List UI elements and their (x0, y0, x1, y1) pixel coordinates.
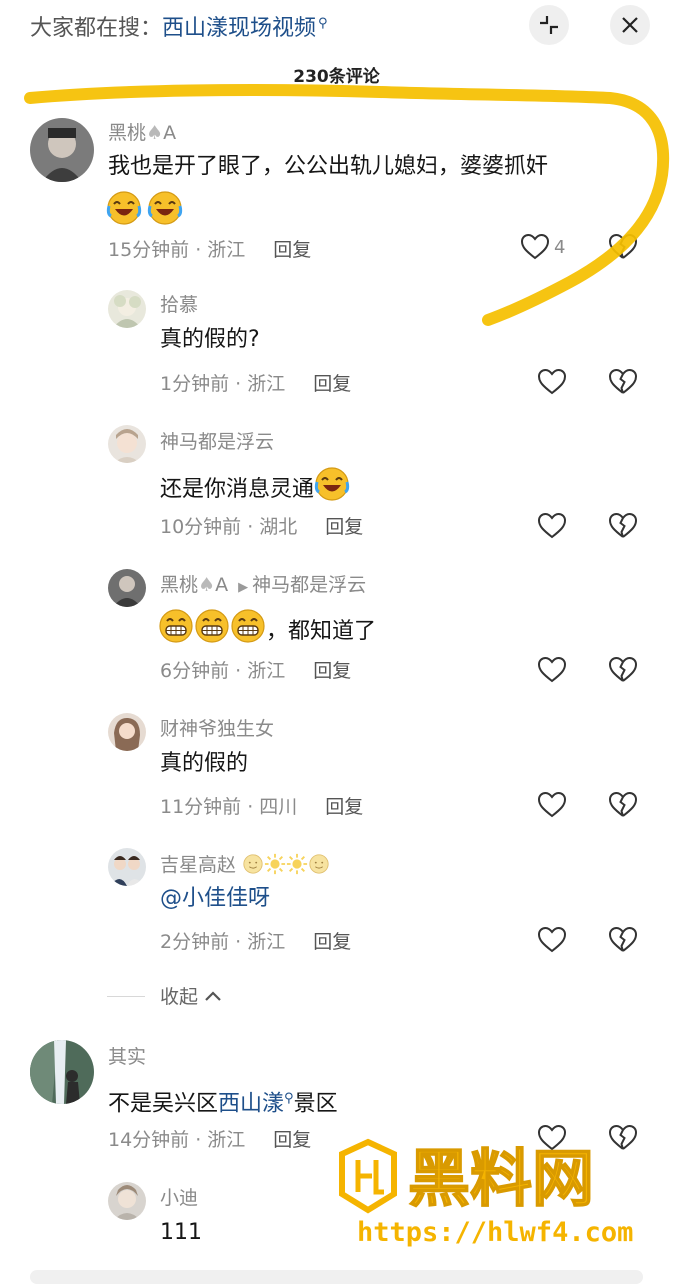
username[interactable]: 吉星高赵 (160, 850, 330, 877)
laugh-cry-emoji-icon (314, 466, 350, 502)
avatar[interactable] (108, 848, 146, 886)
mention-link[interactable]: @小佳佳呀 (160, 883, 270, 915)
grin-emoji-icon (158, 608, 194, 644)
collapse-replies-button[interactable]: 收起 (160, 982, 222, 1009)
divider (107, 996, 145, 997)
avatar[interactable] (108, 713, 146, 751)
heart-icon[interactable] (537, 655, 567, 685)
reply-button[interactable]: 回复 (313, 931, 351, 953)
username[interactable]: 财神爷独生女 (160, 714, 274, 741)
watermark: 黑料网 (338, 1136, 658, 1220)
comment-text: 还是你消息灵通 (160, 466, 350, 506)
comment-meta: 10分钟前 · 湖北 回复 (160, 512, 363, 539)
avatar[interactable] (108, 425, 146, 463)
heart-icon[interactable] (537, 511, 567, 541)
timestamp-location: 10分钟前 · 湖北 (160, 516, 298, 538)
username-suffix: A (215, 574, 229, 596)
timestamp-location: 2分钟前 · 浙江 (160, 931, 286, 953)
reply-button[interactable]: 回复 (313, 373, 351, 395)
reply-arrow-icon: ▶ (238, 580, 249, 595)
timestamp-location: 6分钟前 · 浙江 (160, 660, 286, 682)
watermark-brand: 黑料网 (408, 1142, 594, 1215)
comment-input-bar[interactable] (30, 1270, 643, 1284)
comment-text-content: ，都知道了 (266, 619, 377, 644)
chevron-up-icon (205, 991, 221, 1001)
timestamp-location: 11分钟前 · 四川 (160, 796, 298, 818)
broken-heart-icon[interactable] (608, 367, 638, 397)
heart-icon[interactable] (537, 925, 567, 955)
username-text: 黑桃 (160, 574, 199, 596)
watermark-logo: 黑料网 (339, 1138, 595, 1216)
comment-text-content: 还是你消息灵通 (160, 477, 315, 502)
broken-heart-icon[interactable] (608, 655, 638, 685)
comment-meta: 1分钟前 · 浙江 回复 (160, 369, 351, 396)
search-hint-icon: ⚲ (284, 1091, 294, 1106)
spade-icon: ♠ (198, 574, 216, 596)
comment-text: 111 (160, 1220, 202, 1245)
broken-heart-icon[interactable] (608, 511, 638, 541)
watermark-url: https://hlwf4.com (357, 1217, 634, 1248)
timestamp-location: 14分钟前 · 浙江 (108, 1129, 246, 1151)
comment-text: 不是吴兴区西山漾⚲景区 (108, 1083, 338, 1120)
comment-text: 真的假的 (160, 751, 249, 776)
username-text: 吉星高赵 (160, 854, 237, 876)
broken-heart-icon[interactable] (608, 925, 638, 955)
sun-emoji-icon (264, 853, 286, 875)
sun-emoji-icon (286, 853, 308, 875)
avatar[interactable] (30, 1040, 94, 1104)
comment-meta: 2分钟前 · 浙江 回复 (160, 927, 351, 954)
moon-face-emoji-icon (242, 853, 264, 875)
highlight-scribble (24, 84, 670, 326)
username[interactable]: 小迪 (160, 1183, 198, 1210)
comment-meta: 14分钟前 · 浙江 回复 (108, 1125, 311, 1152)
heart-icon[interactable] (537, 790, 567, 820)
comment-text-content: 不是吴兴区 (108, 1091, 219, 1117)
reply-button[interactable]: 回复 (313, 660, 351, 682)
reply-to-username[interactable]: 神马都是浮云 (252, 574, 366, 596)
broken-heart-icon[interactable] (608, 790, 638, 820)
moon-face-emoji-icon (308, 853, 330, 875)
collapse-label: 收起 (160, 986, 199, 1008)
heart-icon[interactable] (537, 367, 567, 397)
grin-emoji-icon (230, 608, 266, 644)
reply-button[interactable]: 回复 (273, 1129, 311, 1151)
comment-meta: 6分钟前 · 浙江 回复 (160, 656, 351, 683)
reply-button[interactable]: 回复 (325, 796, 363, 818)
username[interactable]: 其实 (108, 1042, 146, 1069)
username[interactable]: 神马都是浮云 (160, 427, 274, 454)
comment-text: ，都知道了 (158, 608, 376, 648)
avatar[interactable] (108, 569, 146, 607)
username[interactable]: 黑桃♠A ▶ 神马都是浮云 (160, 570, 366, 597)
reply-button[interactable]: 回复 (325, 516, 363, 538)
avatar[interactable] (108, 1182, 146, 1220)
grin-emoji-icon (194, 608, 230, 644)
search-keyword-link[interactable]: 西山漾 (218, 1091, 284, 1116)
comment-meta: 11分钟前 · 四川 回复 (160, 792, 363, 819)
comment-text-content: 景区 (293, 1091, 338, 1117)
timestamp-location: 1分钟前 · 浙江 (160, 373, 286, 395)
